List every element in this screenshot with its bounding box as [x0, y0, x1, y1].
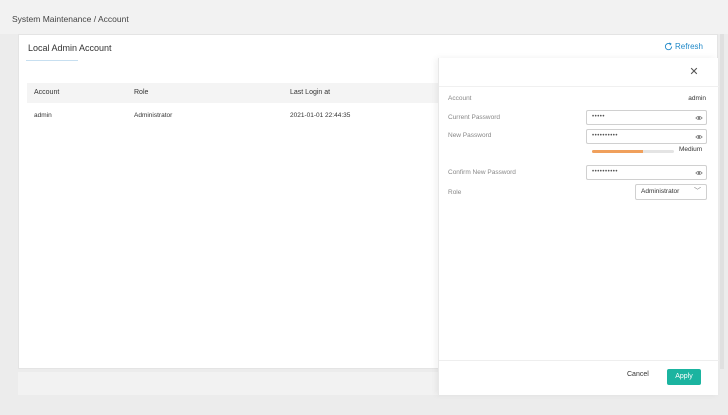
panel-divider — [439, 86, 719, 87]
role-value: Administrator — [641, 188, 680, 195]
scrollbar[interactable] — [720, 34, 724, 369]
new-password-value: •••••••••• — [592, 133, 619, 139]
footer-divider — [439, 360, 719, 361]
top-bar: System Maintenance / Account — [0, 0, 728, 34]
cancel-button[interactable]: Cancel — [627, 371, 649, 378]
close-icon[interactable]: ✕ — [688, 66, 700, 78]
password-strength-label: Medium — [679, 146, 703, 153]
current-password-value: ••••• — [592, 114, 606, 120]
account-label: Account — [448, 95, 472, 102]
confirm-password-input[interactable]: •••••••••• — [586, 165, 707, 180]
password-strength-fill — [592, 150, 643, 153]
edit-account-panel: ✕ Account admin Current Password ••••• N… — [438, 58, 719, 395]
refresh-button[interactable]: Refresh — [664, 42, 703, 51]
new-password-input[interactable]: •••••••••• — [586, 129, 707, 144]
confirm-password-value: •••••••••• — [592, 169, 619, 175]
cell-last-login: 2021-01-01 22:44:35 — [290, 112, 351, 119]
column-last-login[interactable]: Last Login at — [290, 89, 330, 96]
cell-role: Administrator — [134, 112, 173, 119]
column-account[interactable]: Account — [34, 89, 59, 96]
breadcrumb: System Maintenance / Account — [12, 14, 129, 24]
refresh-label: Refresh — [674, 42, 703, 51]
role-label: Role — [448, 189, 462, 196]
chevron-down-icon: ﹀ — [694, 188, 701, 195]
current-password-input[interactable]: ••••• — [586, 110, 707, 125]
current-password-label: Current Password — [448, 114, 501, 121]
role-select[interactable]: Administrator ﹀ — [635, 184, 707, 200]
page-title: Local Admin Account — [28, 43, 112, 53]
password-strength-bar — [592, 150, 674, 153]
new-password-label: New Password — [448, 132, 492, 139]
eye-icon[interactable] — [695, 114, 703, 122]
column-role[interactable]: Role — [134, 89, 148, 96]
title-underline — [26, 60, 78, 61]
apply-button[interactable]: Apply — [667, 369, 701, 385]
table-row[interactable]: admin Administrator 2021-01-01 22:44:35 — [27, 107, 439, 127]
bottom-strip — [18, 372, 438, 395]
cell-account: admin — [34, 112, 52, 119]
account-value: admin — [688, 95, 706, 102]
table-header: Account Role Last Login at — [27, 83, 439, 103]
eye-icon[interactable] — [695, 133, 703, 141]
eye-icon[interactable] — [695, 169, 703, 177]
confirm-password-label: Confirm New Password — [448, 169, 516, 176]
refresh-icon — [664, 42, 673, 51]
